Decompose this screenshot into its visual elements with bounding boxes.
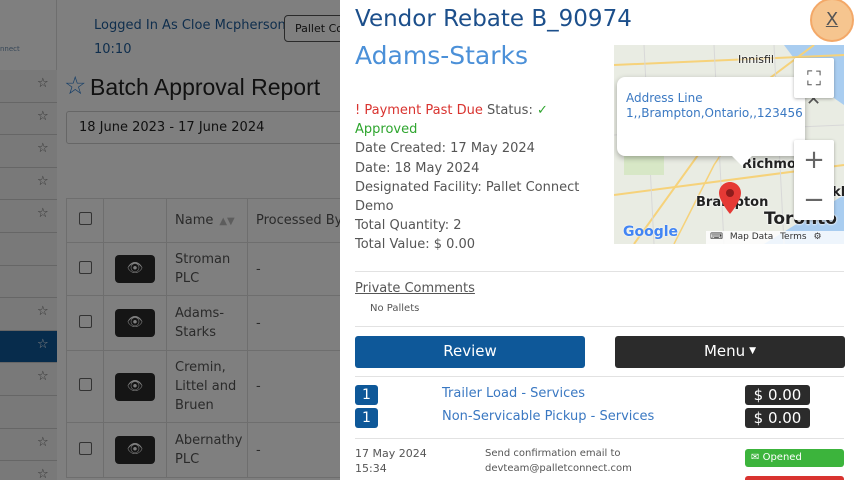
review-button[interactable]: Review	[355, 336, 585, 368]
service-row: 1 Trailer Load - Services $ 0.00	[355, 385, 845, 405]
divider	[355, 326, 844, 327]
status-value: Approved	[355, 122, 418, 138]
divider	[355, 376, 844, 377]
total-quantity: Total Quantity: 2	[355, 218, 462, 234]
divider	[355, 438, 844, 439]
service-link[interactable]: Trailer Load - Services	[442, 386, 585, 401]
rebate-info: ! Payment Past Due Status: ✓ Approved Da…	[355, 101, 605, 255]
opened-status-badge: ✉ Opened	[745, 449, 844, 467]
date-created: Date Created: 17 May 2024	[355, 141, 535, 157]
log-message-line1: Send confirmation email to	[485, 448, 621, 459]
company-name[interactable]: Adams-Starks	[355, 41, 528, 70]
quantity-badge: 1	[355, 408, 378, 428]
zoom-in-button[interactable]: +	[794, 140, 834, 180]
no-pallets-text: No Pallets	[370, 303, 420, 314]
date: Date: 18 May 2024	[355, 160, 480, 176]
gear-icon[interactable]: ⚙	[813, 232, 821, 242]
caret-down-icon: ▼	[749, 346, 757, 356]
fullscreen-icon[interactable]: ⛶	[794, 58, 834, 98]
payment-warning: ! Payment Past Due	[355, 103, 483, 118]
private-comments-link[interactable]: Private Comments	[355, 281, 475, 296]
menu-button-label: Menu	[703, 342, 746, 360]
status-label: Status:	[487, 103, 533, 118]
check-icon: ✓	[536, 103, 548, 118]
zoom-out-button[interactable]: −	[794, 180, 834, 220]
log-message: Send confirmation email to devteam@palle…	[485, 446, 632, 476]
location-map[interactable]: Innisfil Richmond Markham Brampton Toron…	[614, 45, 844, 244]
log-timestamp: 17 May 2024 15:34	[355, 446, 427, 476]
divider	[355, 271, 844, 272]
map-data-link[interactable]: Map Data	[730, 232, 773, 242]
price-badge: $ 0.00	[745, 385, 810, 405]
envelope-open-icon: ✉	[751, 452, 760, 463]
designated-facility: Designated Facility: Pallet Connect Demo	[355, 179, 580, 215]
quantity-badge: 1	[355, 385, 378, 405]
map-footer: ⌨ Map Data Terms ⚙	[706, 231, 844, 244]
total-value: Total Value: $ 0.00	[355, 237, 476, 253]
price-badge: $ 0.00	[745, 408, 810, 428]
status-badge-fragment	[745, 476, 844, 480]
service-row: 1 Non-Servicable Pickup - Services $ 0.0…	[355, 408, 845, 428]
popup-address: Address Line 1,,Brampton,Ontario,,123456	[626, 91, 803, 121]
log-message-line2: devteam@palletconnect.com	[485, 463, 632, 474]
close-button[interactable]: X	[810, 0, 854, 42]
map-label-innisfil: Innisfil	[738, 53, 774, 66]
opened-label: Opened	[762, 452, 802, 463]
popup-address-line1: Address Line	[626, 91, 703, 105]
service-link[interactable]: Non-Servicable Pickup - Services	[442, 409, 654, 424]
map-pin-icon[interactable]	[719, 182, 741, 214]
menu-button[interactable]: Menu ▼	[615, 336, 845, 368]
log-time: 15:34	[355, 462, 387, 475]
terms-link[interactable]: Terms	[780, 232, 807, 242]
log-date: 17 May 2024	[355, 447, 427, 460]
google-logo: Google	[623, 224, 679, 240]
panel-title: Vendor Rebate B_90974	[355, 6, 632, 32]
keyboard-icon[interactable]: ⌨	[710, 232, 723, 242]
popup-address-line2: 1,,Brampton,Ontario,,123456	[626, 106, 803, 120]
zoom-controls: + −	[794, 140, 834, 220]
status-line: ! Payment Past Due Status: ✓	[355, 101, 605, 120]
vendor-rebate-panel: Vendor Rebate B_90974 X Adams-Starks ! P…	[340, 0, 860, 480]
